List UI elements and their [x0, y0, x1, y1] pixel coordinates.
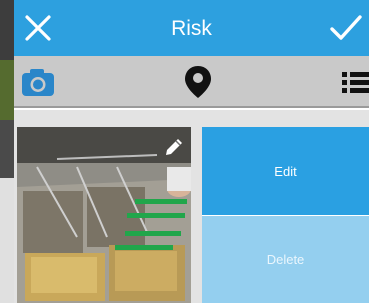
- dialog-header: Risk: [14, 0, 369, 56]
- checkmark-icon[interactable]: [329, 14, 363, 42]
- delete-button[interactable]: Delete: [202, 215, 369, 303]
- background-strip: [0, 60, 14, 120]
- background-app: [0, 0, 14, 303]
- edit-button[interactable]: Edit: [202, 127, 369, 215]
- attachment-toolbar: [14, 56, 369, 108]
- page-title: Risk: [171, 17, 212, 40]
- background-strip: [0, 0, 14, 60]
- pencil-icon[interactable]: [163, 136, 185, 158]
- attachment-photo[interactable]: [17, 127, 191, 303]
- risk-dialog: Risk Edit Delete: [14, 0, 369, 303]
- camera-icon[interactable]: [20, 64, 56, 100]
- list-icon[interactable]: [342, 64, 369, 100]
- attachment-area: Edit Delete: [14, 110, 369, 303]
- map-pin-icon[interactable]: [182, 64, 214, 100]
- background-strip: [0, 120, 14, 178]
- background-strip: [0, 178, 14, 303]
